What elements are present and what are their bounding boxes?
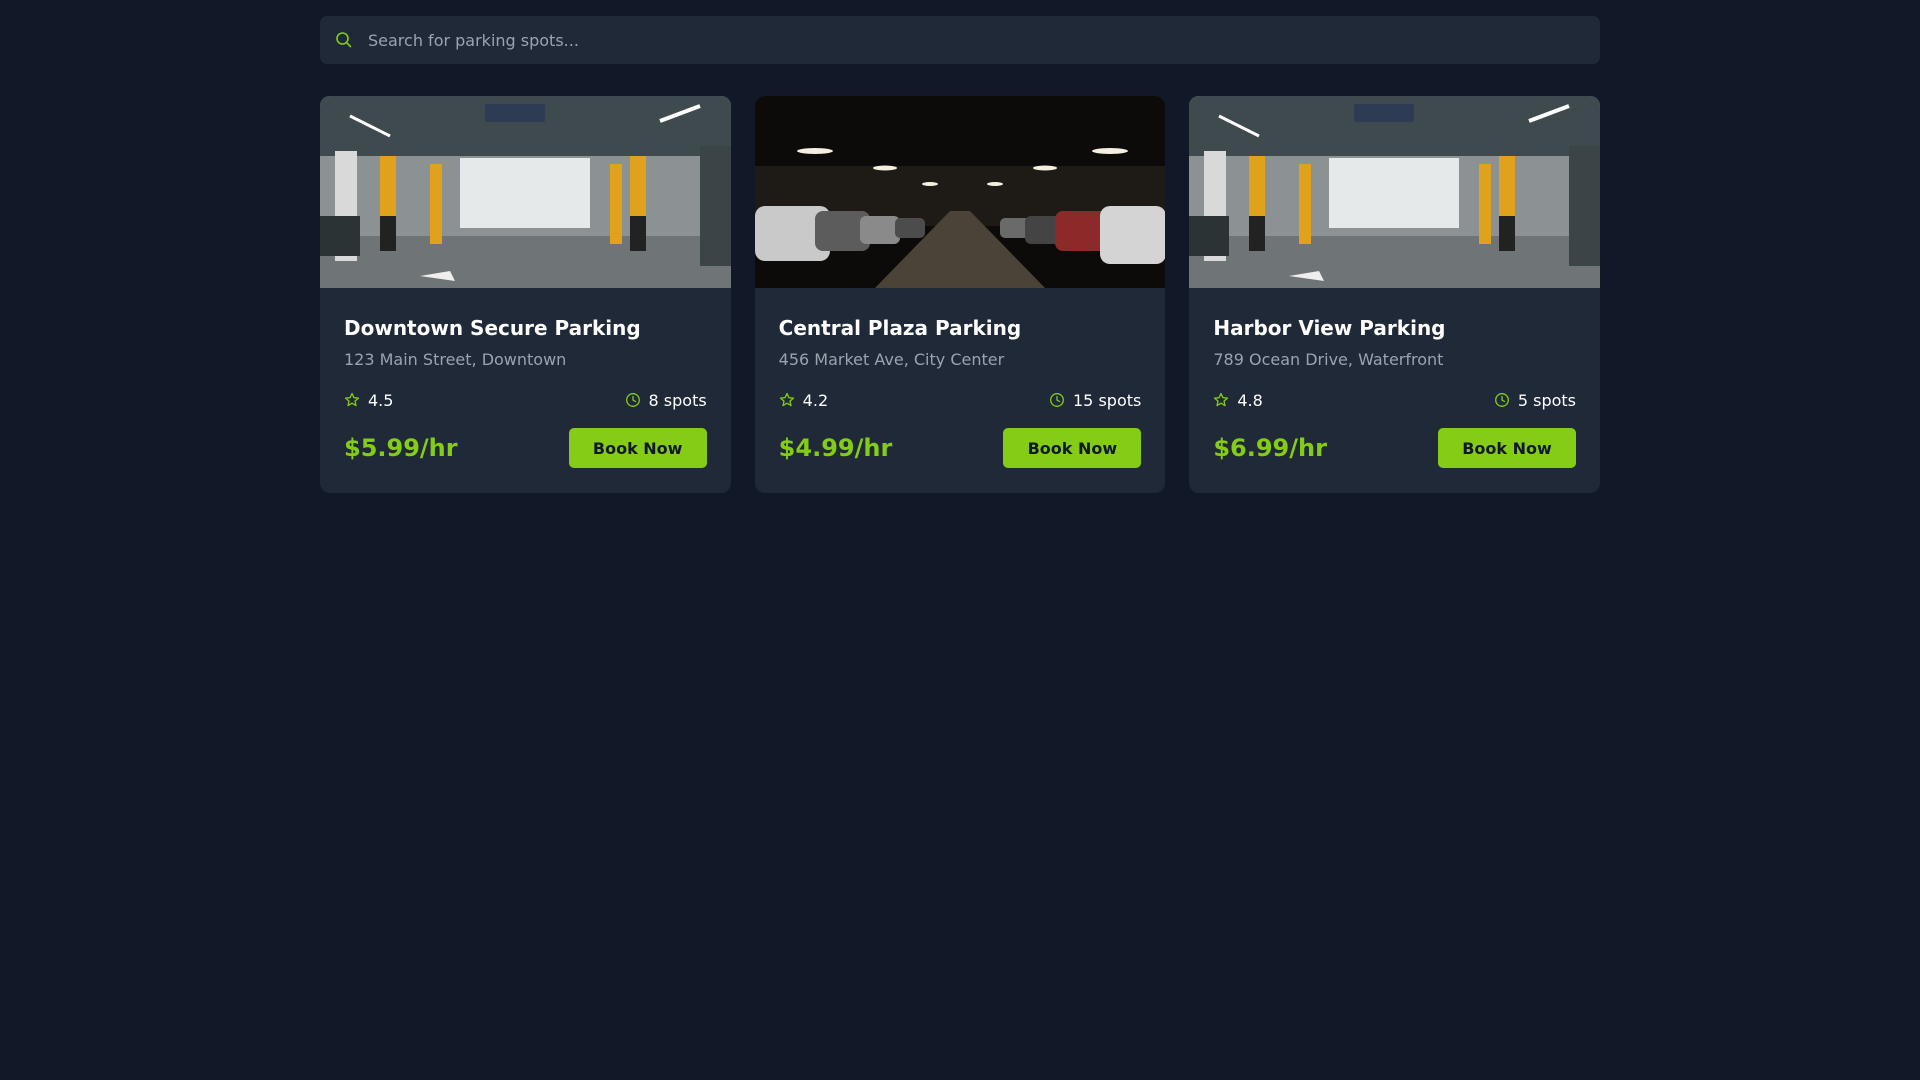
rating-value: 4.2	[802, 390, 829, 410]
price: $5.99/hr	[344, 434, 458, 462]
main-container: Downtown Secure Parking 123 Main Street,…	[320, 0, 1601, 493]
rating-value: 4.5	[368, 390, 394, 410]
price: $4.99/hr	[778, 434, 893, 462]
availability: 15 spots	[1049, 391, 1141, 410]
search-input[interactable]	[320, 16, 1600, 64]
clock-icon	[1050, 393, 1064, 407]
card-title: Downtown Secure Parking	[344, 316, 641, 340]
parking-card[interactable]: Downtown Secure Parking 123 Main Street,…	[320, 96, 731, 493]
price-row: $5.99/hr Book Now	[344, 428, 707, 468]
book-now-button[interactable]: Book Now	[1438, 428, 1577, 468]
rating: 4.2	[779, 391, 828, 410]
availability: 5 spots	[1494, 391, 1576, 410]
spots-value: 5 spots	[1517, 390, 1577, 410]
star-icon	[779, 392, 794, 407]
parking-garage-photo	[1189, 96, 1601, 288]
card-title: Harbor View Parking	[1213, 316, 1446, 340]
search-icon	[336, 32, 352, 48]
card-address: 456 Market Ave, City Center	[778, 350, 1005, 369]
spots-value: 15 spots	[1073, 390, 1142, 410]
rating: 4.5	[344, 391, 393, 410]
book-now-button[interactable]: Book Now	[568, 428, 707, 468]
parking-garage-photo	[320, 96, 731, 288]
availability: 8 spots	[625, 391, 707, 410]
card-address: 789 Ocean Drive, Waterfront	[1213, 350, 1444, 369]
search-bar	[320, 16, 1600, 64]
parking-garage-photo	[754, 96, 1166, 288]
card-meta: 4.8 5 spots	[1213, 388, 1576, 412]
star-icon	[1214, 392, 1229, 407]
card-body: Central Plaza Parking 456 Market Ave, Ci…	[755, 288, 1166, 468]
price: $6.99/hr	[1213, 434, 1327, 462]
price-row: $4.99/hr Book Now	[779, 428, 1142, 468]
card-body: Harbor View Parking 789 Ocean Drive, Wat…	[1189, 288, 1600, 468]
price-row: $6.99/hr Book Now	[1213, 428, 1577, 468]
rating-value: 4.8	[1237, 390, 1263, 410]
card-address: 123 Main Street, Downtown	[344, 350, 567, 369]
clock-icon	[625, 393, 640, 407]
card-title: Central Plaza Parking	[778, 316, 1022, 340]
parking-card[interactable]: Central Plaza Parking 456 Market Ave, Ci…	[754, 96, 1166, 493]
card-meta: 4.2 15 spots	[779, 388, 1141, 412]
parking-grid: Downtown Secure Parking 123 Main Street,…	[320, 96, 1601, 493]
card-meta: 4.5 8 spots	[344, 388, 707, 412]
book-now-button[interactable]: Book Now	[1003, 428, 1142, 468]
clock-icon	[1494, 393, 1509, 407]
spots-value: 8 spots	[648, 390, 707, 410]
star-icon	[344, 392, 360, 407]
card-body: Downtown Secure Parking 123 Main Street,…	[320, 288, 731, 468]
rating: 4.8	[1213, 390, 1263, 410]
parking-card[interactable]: Harbor View Parking 789 Ocean Drive, Wat…	[1189, 96, 1601, 493]
